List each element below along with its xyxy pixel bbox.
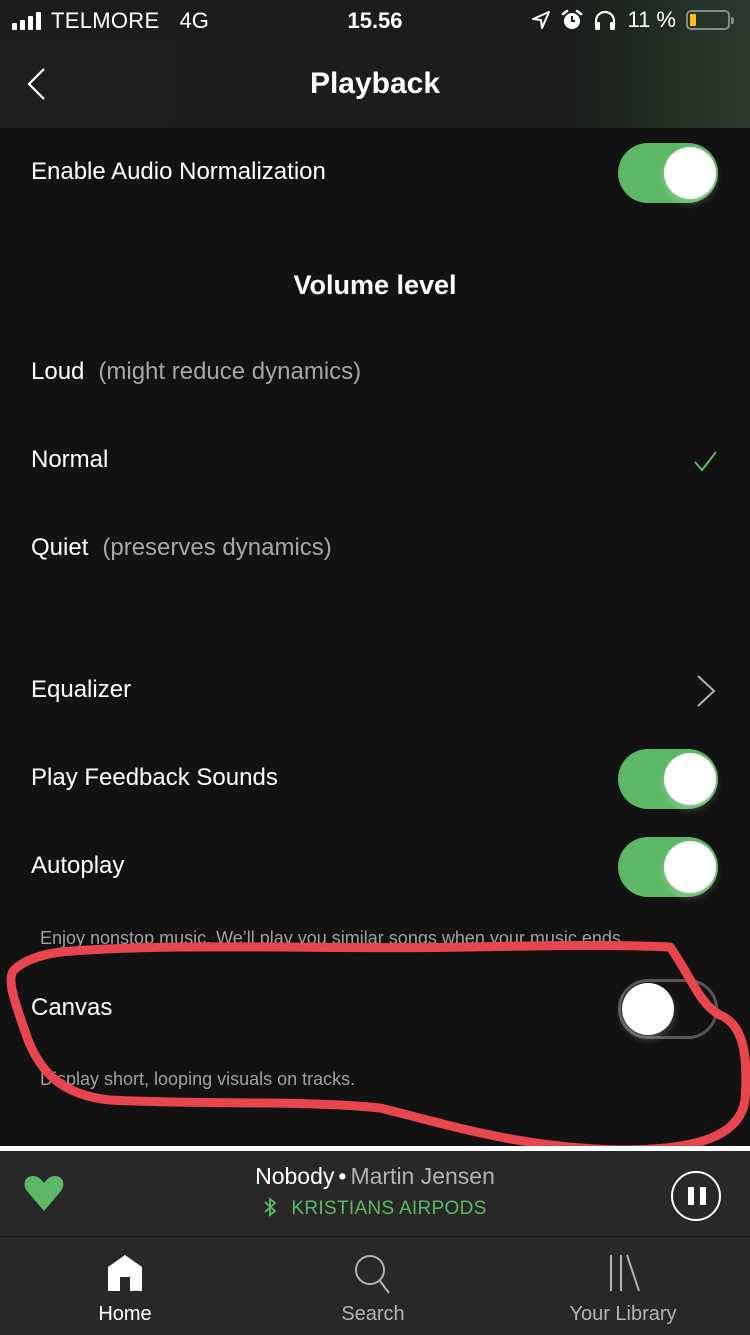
pause-icon	[688, 1187, 694, 1205]
chevron-right-icon	[697, 675, 716, 707]
canvas-description: Display short, looping visuals on tracks…	[40, 1069, 356, 1089]
option-label: Quiet	[31, 534, 89, 561]
feedback-sounds-toggle[interactable]	[618, 749, 718, 809]
tab-home[interactable]: Home	[0, 1237, 250, 1335]
autoplay-description: Enjoy nonstop music. We’ll play you simi…	[40, 928, 626, 948]
volume-level-title: Volume level	[293, 270, 457, 300]
page-title: Playback	[309, 67, 441, 100]
volume-option-quiet[interactable]: Quiet (preserves dynamics)	[0, 516, 750, 582]
track-artist: Martin Jensen	[350, 1163, 495, 1189]
setting-label: Enable Audio Normalization	[31, 158, 326, 185]
setting-equalizer[interactable]: Equalizer	[0, 658, 750, 724]
now-playing-bar[interactable]: Nobody • Martin Jensen KRISTIANS AIRPODS	[0, 1146, 750, 1241]
setting-feedback-sounds: Play Feedback Sounds	[0, 746, 750, 812]
audio-normalization-toggle[interactable]	[618, 143, 718, 203]
connected-device[interactable]: KRISTIANS AIRPODS	[0, 1197, 750, 1220]
autoplay-toggle[interactable]	[618, 837, 718, 897]
nav-bar: Playback	[0, 40, 750, 128]
setting-canvas: Canvas	[0, 976, 750, 1042]
tab-label: Home	[98, 1303, 152, 1325]
battery-icon	[686, 10, 734, 30]
option-label: Normal	[31, 446, 109, 473]
setting-autoplay: Autoplay	[0, 834, 750, 900]
option-label: Loud	[31, 358, 85, 385]
tab-label: Search	[341, 1303, 405, 1325]
setting-label: Canvas	[31, 994, 113, 1021]
location-icon	[532, 11, 551, 29]
canvas-toggle[interactable]	[618, 979, 718, 1039]
option-hint: (might reduce dynamics)	[98, 358, 362, 385]
volume-option-loud[interactable]: Loud (might reduce dynamics)	[0, 340, 750, 406]
home-icon	[108, 1255, 142, 1291]
headphones-icon	[595, 10, 616, 30]
tab-label: Your Library	[569, 1303, 677, 1325]
separator: •	[338, 1163, 347, 1189]
battery-level	[690, 14, 696, 26]
status-bar: TELMORE 4G 15.56 11 %	[0, 0, 750, 40]
setting-label: Play Feedback Sounds	[31, 764, 278, 791]
setting-audio-normalization: Enable Audio Normalization	[0, 140, 750, 206]
setting-label: Autoplay	[31, 852, 125, 879]
search-icon	[355, 1255, 390, 1294]
tab-search[interactable]: Search	[248, 1237, 498, 1335]
tab-bar: Home Search Your Library	[0, 1236, 750, 1335]
battery-percent: 11 %	[627, 7, 676, 32]
track-title: Nobody	[255, 1163, 335, 1189]
track-info: Nobody • Martin Jensen	[0, 1163, 750, 1190]
pause-button[interactable]	[671, 1171, 721, 1221]
volume-option-normal[interactable]: Normal	[0, 428, 750, 494]
device-name: KRISTIANS AIRPODS	[291, 1198, 487, 1219]
bluetooth-icon	[264, 1197, 277, 1217]
setting-label: Equalizer	[31, 676, 132, 703]
option-hint: (preserves dynamics)	[102, 534, 332, 561]
tab-your-library[interactable]: Your Library	[498, 1237, 748, 1335]
library-icon	[610, 1254, 640, 1292]
checkmark-icon	[694, 451, 717, 472]
alarm-icon	[562, 9, 583, 29]
